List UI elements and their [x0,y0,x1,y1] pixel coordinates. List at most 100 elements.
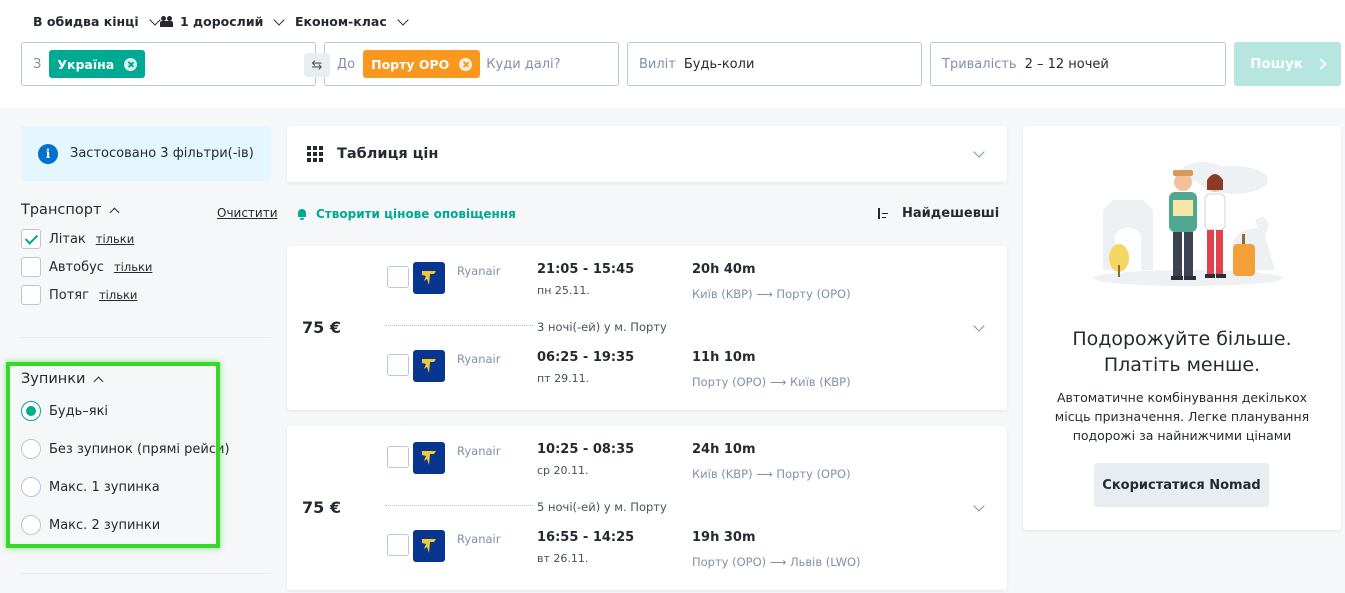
promo-title-line1: Подорожуйте більше. [1072,328,1292,350]
swap-icon[interactable]: ⇆ [304,53,330,77]
ryanair-logo-icon [413,262,445,294]
stops-option-max1[interactable]: Макс. 1 зупинка [21,477,160,497]
stops-label: Макс. 2 зупинки [49,517,161,533]
to-placeholder[interactable]: Куди далі? [486,57,560,72]
radio-button[interactable] [21,515,41,535]
duration-field[interactable]: Тривалість 2 – 12 ночей [930,42,1226,86]
search-button-label: Пошук [1250,56,1303,72]
arrow-right-icon: ⟶ [769,555,787,569]
route-from: Порту (OPO) [692,555,767,569]
stops-label: Будь–які [49,403,109,419]
checkbox[interactable] [21,229,41,249]
promo-title: Подорожуйте більше. Платіть менше. [1023,326,1341,378]
radio-button[interactable] [21,401,41,421]
return-leg: Ryanair 16:55 - 14:25 вт 26.11. 19h 30m … [387,530,987,570]
stops-title: Зупинки [21,371,86,387]
search-button[interactable]: Пошук [1234,42,1341,86]
transport-section-toggle[interactable]: Транспорт [21,202,120,218]
flight-date: ср 20.11. [537,464,589,477]
only-link[interactable]: тільки [99,288,137,302]
trip-type-label: В обидва кінці [33,14,139,29]
chevron-down-icon [973,146,985,158]
flight-duration: 19h 30m [692,530,756,545]
chevron-right-icon [1315,58,1327,70]
route-from: Київ (KBP) [692,287,753,301]
arrow-right-icon: ⟶ [769,375,787,389]
cabin-class-select[interactable]: Економ-клас [295,13,409,29]
leg-checkbox[interactable] [387,534,409,556]
leg-checkbox[interactable] [387,446,409,468]
flight-times: 06:25 - 19:35 [537,350,635,365]
transport-label: Автобус [49,259,104,275]
divider [385,325,533,326]
price-alert-link[interactable]: Створити цінове оповіщення [296,207,516,221]
cabin-class-label: Економ-клас [295,14,387,29]
from-chip-label: Україна [57,56,115,72]
duration-label: Тривалість [942,56,1017,72]
leg-checkbox[interactable] [387,354,409,376]
info-icon: i [38,143,58,164]
sort-icon [877,207,890,220]
from-field[interactable]: З Україна [21,42,316,86]
trip-type-select[interactable]: В обидва кінці [33,13,161,29]
flight-duration: 20h 40m [692,262,756,277]
result-price: 75 € [302,498,341,517]
result-card[interactable]: Ryanair 10:25 - 08:35 ср 20.11. 24h 10m … [287,426,1007,590]
ryanair-logo-icon [413,350,445,382]
route-to: Київ (KBP) [789,375,851,389]
transport-option-bus[interactable]: Автобус тільки [21,257,152,277]
stops-section-toggle[interactable]: Зупинки [21,371,104,387]
checkbox[interactable] [21,257,41,277]
passengers-select[interactable]: 1 дорослий [160,13,286,29]
transport-option-train[interactable]: Потяг тільки [21,285,137,305]
nomad-button[interactable]: Скористатися Nomad [1094,463,1269,507]
divider [21,573,271,574]
chevron-up-icon [109,207,120,217]
search-header: В обидва кінці 1 дорослий Економ-клас З … [0,0,1345,108]
leg-checkbox[interactable] [387,266,409,288]
promo-text: Автоматичне комбінування декількох місць… [1054,390,1310,443]
airline-name: Ryanair [457,352,501,366]
route-from: Київ (KBP) [692,467,753,481]
promo-title-line2: Платіть менше. [1103,354,1261,376]
price-table-toggle[interactable]: Таблиця цін [287,126,1007,182]
airline-name: Ryanair [457,264,501,278]
arrow-right-icon: ⟶ [756,467,773,481]
passengers-icon [160,15,174,28]
chevron-down-icon[interactable] [973,320,985,332]
sort-select[interactable]: Найдешевші [877,206,999,221]
departure-field[interactable]: Виліт Будь-коли [627,42,922,86]
flight-route: Київ (KBP) ⟶ Порту (OPO) [692,287,851,301]
result-card[interactable]: Ryanair 21:05 - 15:45 пн 25.11. 20h 40m … [287,246,1007,410]
radio-button[interactable] [21,477,41,497]
transport-label: Літак [49,231,86,247]
remove-chip-icon[interactable] [124,57,138,71]
stops-option-any[interactable]: Будь–які [21,401,108,421]
chevron-down-icon [149,13,161,26]
airline-name: Ryanair [457,444,501,458]
return-leg: Ryanair 06:25 - 19:35 пт 29.11. 11h 10m … [387,350,987,390]
stops-option-max2[interactable]: Макс. 2 зупинки [21,515,160,535]
to-chip: Порту OPO [363,50,481,78]
checkbox[interactable] [21,285,41,305]
stops-option-direct[interactable]: Без зупинок (прямі рейси) [21,439,230,459]
to-field[interactable]: До Порту OPO Куди далі? [324,42,619,86]
route-to: Львів (LWO) [789,555,861,569]
flight-times: 16:55 - 14:25 [537,530,635,545]
remove-chip-icon[interactable] [459,57,473,71]
airline-name: Ryanair [457,532,501,546]
sort-label: Найдешевші [902,206,1000,221]
chevron-down-icon [273,13,286,26]
price-table-title: Таблиця цін [337,146,439,162]
nomad-promo-card: Подорожуйте більше. Платіть менше. Автом… [1023,126,1341,530]
radio-button[interactable] [21,439,41,459]
only-link[interactable]: тільки [114,260,152,274]
chevron-down-icon[interactable] [973,500,985,512]
nights-at-destination: 3 ночі(-ей) у м. Порту [537,320,667,334]
ryanair-logo-icon [413,442,445,474]
departure-label: Виліт [639,56,676,72]
transport-option-plane[interactable]: Літак тільки [21,229,134,249]
from-chip: Україна [49,50,146,78]
clear-transport-link[interactable]: Очистити [217,206,278,220]
only-link[interactable]: тільки [96,232,134,246]
